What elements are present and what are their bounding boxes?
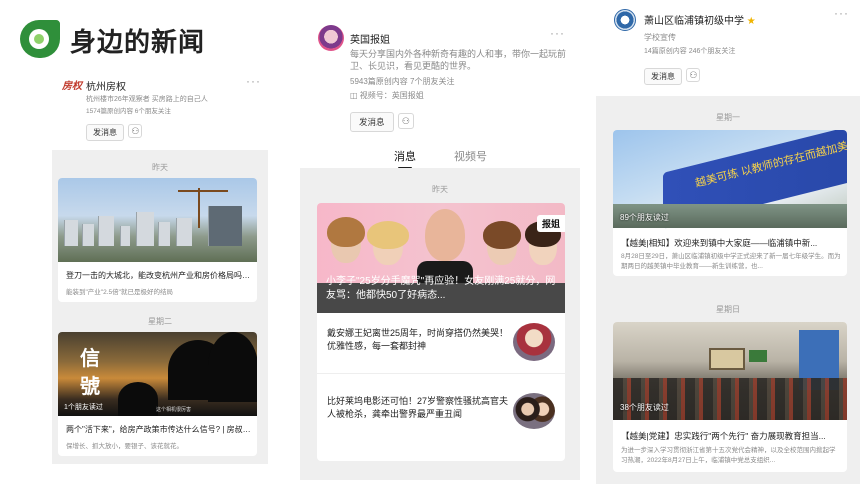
headline-title[interactable]: 小李子"25岁分手魔咒"再应验！女友刚满25就分，网友骂：他都快50了好病态..… [326,275,558,303]
account-name[interactable]: 杭州房权 [86,78,126,93]
account-header: 萧山区临浦镇初级中学 ★ ··· 学校宣传 14篇原创内容 246个朋友关注 发… [596,0,860,96]
account-logo: 房权 [62,81,82,92]
article-card[interactable]: 登刀一击的大城北，能改变杭州产业和房价格局吗? ... 能装到"产业"2.5倍"… [58,178,257,302]
article-card[interactable]: 信 號 1个朋友读过 这个相机很厉害 两个"活下来"，给房产政策市传达什么信号?… [58,332,257,456]
day-label: 星期二 [148,317,172,326]
account-name-row[interactable]: 萧山区临浦镇初级中学 ★ [644,12,756,27]
friends-read-count: 89个朋友读过 [620,213,669,222]
add-friend-icon[interactable]: ⚇ [128,123,143,138]
image-watermark: 这个相机很厉害 [156,407,192,413]
video-channel-link[interactable]: ◫ 视频号：英国报姐 [350,90,424,101]
friends-read-count: 38个朋友读过 [620,403,669,412]
school-logo-icon [614,9,636,31]
overlay-char: 信 [80,346,100,370]
article-feed: 昨天 报姐 小李子"25岁分手魔咒"再应验！女友刚满25就分，网友骂：他都快50… [300,168,580,480]
article-title[interactable]: 戴安娜王妃离世25周年，时尚穿搭仍然美哭！优雅性感，每一套都封神 [327,327,513,353]
account-stats: 14篇原创内容 246个朋友关注 [644,48,736,55]
article-summary: 能装到"产业"2.5倍"就已是极好的结局 [66,289,173,296]
article-title[interactable]: 登刀一击的大城北，能改变杭州产业和房价格局吗? ... [66,270,252,281]
more-options-icon[interactable]: ··· [834,6,849,20]
account-avatar [318,25,344,51]
account-panel-yingguo-baojie: 英国报姐 ··· 每天分享国内外各种新奇有趣的人和事，带你一起玩前卫、长见识，看… [300,20,580,480]
account-panel-linpu-middle-school: 萧山区临浦镇初级中学 ★ ··· 学校宣传 14篇原创内容 246个朋友关注 发… [596,0,860,484]
account-name[interactable]: 英国报姐 [350,31,390,46]
account-type: 学校宣传 [644,33,676,42]
day-label: 星期日 [716,305,740,314]
more-options-icon[interactable]: ··· [550,26,565,40]
slide-title: 身边的新闻 [70,28,206,58]
account-bio: 每天分享国内外各种新奇有趣的人和事，带你一起玩前卫、长见识，看见更酷的世界。 [350,49,567,71]
article-feed: 昨天 登刀一击的大城北，能改变杭州产业和房价格局吗? ... 能装到"产业"2.… [52,150,268,464]
send-message-button[interactable]: 发消息 [350,112,394,132]
article-summary: 8月28日至29日，萧山区临浦镇初级中学正式迎来了新一届七年级学生。而为期两日的… [621,253,841,270]
article-title[interactable]: 【越美|相知】欢迎来到镇中大家庭——临浦镇中新... [621,237,841,249]
article-card[interactable]: 越美可练 以教师的存在而越加美 89个朋友读过 【越美|相知】欢迎来到镇中大家庭… [613,130,847,276]
city-skyline-image [58,178,257,262]
video-channel-icon: ◫ [350,91,360,100]
day-label: 星期一 [716,113,740,122]
article-card[interactable]: 报姐 小李子"25岁分手魔咒"再应验！女友刚满25就分，网友骂：他都快50了好病… [317,203,565,461]
article-thumbnail [513,323,555,361]
verified-star-icon: ★ [746,16,756,27]
article-feed: 星期一 越美可练 以教师的存在而越加美 89个朋友读过 【越美|相知】欢迎来到镇… [596,96,860,484]
overlay-char: 號 [80,374,100,398]
more-options-icon[interactable]: ··· [246,74,261,88]
day-label: 昨天 [152,163,168,172]
article-card[interactable]: 38个朋友读过 【越美|党建】忠实践行"两个先行" 奋力展现教育担当... 为进… [613,322,847,472]
add-friend-icon[interactable]: ⚇ [686,67,701,82]
dusk-silhouette-image: 信 號 1个朋友读过 这个相机很厉害 [58,332,257,416]
video-channel-label: 视频号：英国报姐 [359,91,424,100]
article-title[interactable]: 两个"活下来"，给房产政策市传达什么信号? | 房叔说... [66,424,252,435]
article-title[interactable]: 【越美|党建】忠实践行"两个先行" 奋力展现教育担当... [621,430,841,442]
friends-read-count: 1个朋友读过 [64,404,103,411]
send-message-button[interactable]: 发消息 [644,68,682,85]
account-panel-hangzhou-fangquan: 房权 杭州房权 ··· 杭州楼市26年观察者 买房路上的自己人 1574篇原创内… [52,70,268,464]
account-header: 房权 杭州房权 ··· 杭州楼市26年观察者 买房路上的自己人 1574篇原创内… [52,70,268,150]
tab-video-channel[interactable]: 视频号 [454,148,487,164]
slide-logo-icon [20,20,60,58]
account-bio: 杭州楼市26年观察者 买房路上的自己人 [86,96,208,103]
send-message-button[interactable]: 发消息 [86,124,124,141]
day-label: 昨天 [432,185,448,194]
celebrity-collage-image: 报姐 [317,203,565,283]
article-summary: 为进一步深入学习贯彻浙江省第十五次党代会精神，以及全校范围内掀起学习热潮，202… [621,447,836,464]
account-stats: 1574篇原创内容 6个朋友关注 [86,108,171,115]
article-title[interactable]: 比好莱坞电影还可怕！27岁警察性骚扰高官夫人被枪杀，龚牵出警界最严重丑闻 [327,395,513,421]
article-summary: 保增长、抓大放小，要银子、该花就花。 [66,443,183,450]
add-friend-icon[interactable]: ⚇ [397,112,414,129]
account-header: 英国报姐 ··· 每天分享国内外各种新奇有趣的人和事，带你一起玩前卫、长见识，看… [300,20,580,169]
brand-tag: 报姐 [536,215,565,232]
headline-overlay: 小李子"25岁分手魔咒"再应验！女友刚满25就分，网友骂：他都快50了好病态..… [317,276,565,313]
tab-messages[interactable]: 消息 [394,148,416,169]
account-stats: 5943篇原创内容 7个朋友关注 [350,77,455,86]
article-thumbnail [513,393,555,429]
account-name: 萧山区临浦镇初级中学 [644,16,744,27]
